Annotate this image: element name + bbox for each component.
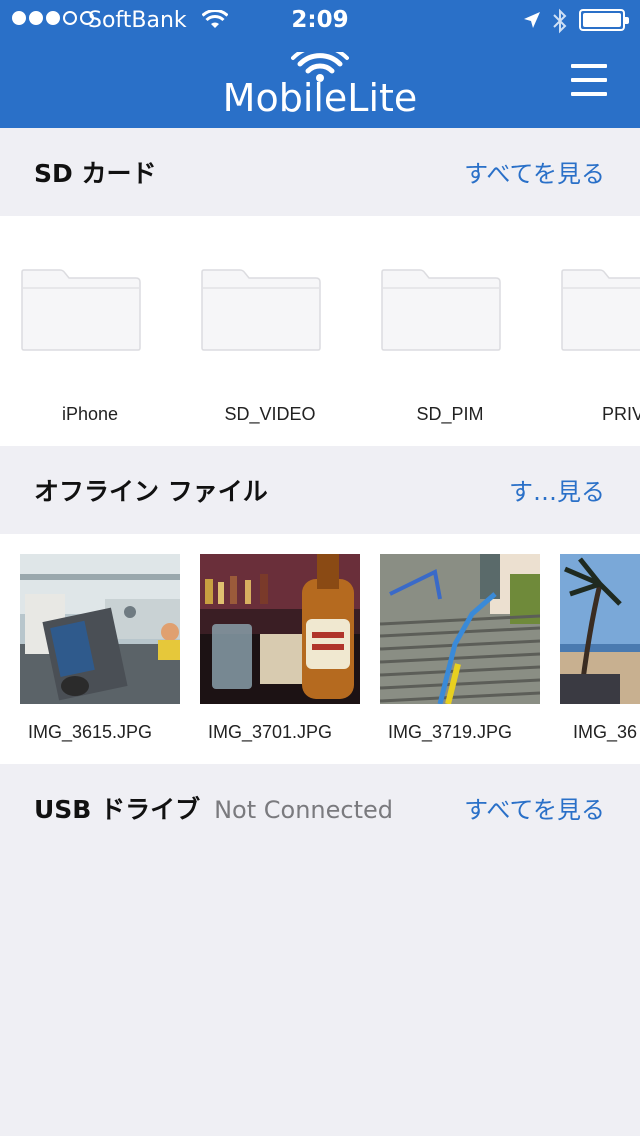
usb-drive-title: USB ドライブ Not Connected: [34, 790, 393, 826]
offline-files-title: オフライン ファイル: [34, 477, 268, 506]
photo-thumbnail: [20, 554, 180, 704]
photo-filename: IMG_3615.JPG: [27, 722, 153, 742]
offline-files-row[interactable]: IMG_3615.JPG IMG_3701.JPG IMG_3719.JPG I…: [0, 534, 640, 764]
folder-label: PRIV: [602, 404, 640, 424]
photo-filename: IMG_3701.JPG: [207, 722, 333, 742]
photo-item[interactable]: IMG_3701.JPG: [180, 554, 360, 754]
offline-files-section-header: オフライン ファイル す…見る: [0, 446, 640, 534]
app-logo: MobileLite: [222, 76, 418, 120]
photo-filename: IMG_3719.JPG: [387, 722, 513, 742]
folder-label: iPhone: [61, 404, 119, 424]
sd-card-title: SD カード: [34, 159, 157, 188]
photo-thumbnail: [560, 554, 640, 704]
offline-files-see-all-link[interactable]: す…見る: [509, 472, 605, 507]
photo-item[interactable]: IMG_3615.JPG: [0, 554, 180, 754]
sd-card-section-header: SD カード すべてを見る: [0, 128, 640, 216]
folder-label: SD_VIDEO: [224, 404, 316, 424]
usb-connection-status: Not Connected: [214, 796, 393, 824]
sd-card-see-all-link[interactable]: すべてを見る: [464, 154, 605, 189]
status-bar: SoftBank 2:09: [0, 0, 640, 40]
photo-item[interactable]: IMG_3719.JPG: [360, 554, 540, 754]
navigation-bar: SoftBank 2:09 MobileLite: [0, 0, 640, 128]
sd-card-folder-row[interactable]: iPhone SD_VIDEO SD_PIM PRIV: [0, 216, 640, 446]
bluetooth-icon: [553, 8, 567, 34]
photo-thumbnail: [200, 554, 360, 704]
folder-icon: [201, 269, 321, 351]
folder-item[interactable]: SD_PIM: [360, 216, 540, 446]
usb-drive-label: USB ドライブ: [34, 795, 201, 824]
photo-item[interactable]: IMG_36: [540, 554, 640, 754]
folder-icon: [21, 269, 141, 351]
folder-item[interactable]: PRIV: [540, 216, 640, 446]
battery-icon: [579, 9, 629, 31]
folder-item[interactable]: SD_VIDEO: [180, 216, 360, 446]
folder-icon: [381, 269, 501, 351]
usb-drive-see-all-link[interactable]: すべてを見る: [464, 790, 605, 825]
usb-drive-section-header: USB ドライブ Not Connected すべてを見る: [0, 764, 640, 852]
folder-item[interactable]: iPhone: [0, 216, 180, 446]
menu-button[interactable]: [566, 62, 614, 102]
photo-thumbnail: [380, 554, 540, 704]
location-arrow-icon: [524, 12, 540, 28]
photo-filename: IMG_36: [573, 722, 638, 742]
folder-icon: [561, 269, 640, 351]
status-time: 2:09: [291, 7, 349, 33]
folder-label: SD_PIM: [416, 404, 484, 424]
